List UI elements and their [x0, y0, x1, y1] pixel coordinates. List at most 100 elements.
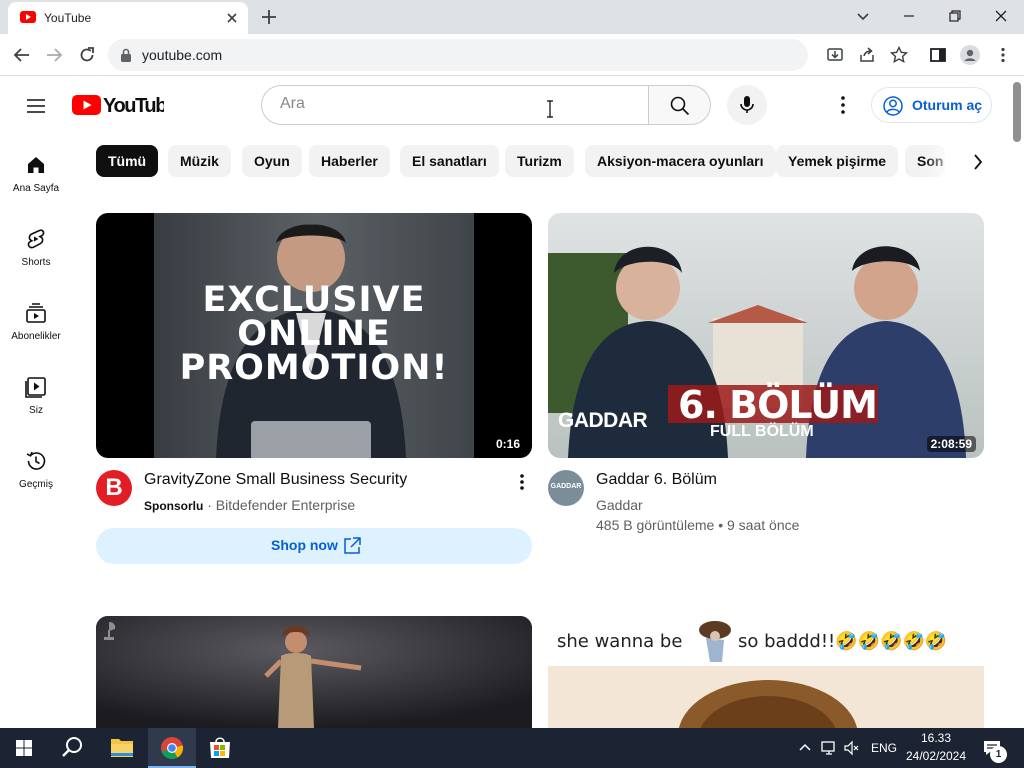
meta-separator: •	[718, 517, 724, 533]
search-box[interactable]	[261, 85, 649, 125]
clock-time: 16.33	[920, 731, 952, 745]
performer-thumbnail-image	[96, 616, 532, 728]
restore-icon[interactable]	[945, 6, 965, 26]
sidebar-item-you[interactable]: Siz	[0, 375, 72, 449]
volume-muted-icon[interactable]	[843, 739, 861, 757]
side-panel-icon[interactable]	[928, 45, 948, 65]
video-more-icon[interactable]	[512, 472, 532, 492]
logo-text: YouTube	[103, 95, 164, 115]
close-window-icon[interactable]	[991, 6, 1011, 26]
promo-line: ONLINE	[237, 314, 391, 354]
sign-in-button[interactable]: Oturum aç	[871, 87, 992, 123]
history-icon	[26, 451, 46, 470]
chip-action-adventure[interactable]: Aksiyon-macera oyunları	[585, 145, 776, 177]
curly-hair-image	[548, 666, 984, 728]
language-indicator[interactable]: ENG	[871, 741, 897, 755]
chrome-taskbar-icon[interactable]	[148, 728, 196, 768]
install-app-icon[interactable]	[825, 45, 845, 65]
chip-music[interactable]: Müzik	[168, 145, 231, 177]
notification-badge: 1	[990, 746, 1007, 763]
channel-name[interactable]: Bitdefender Enterprise	[216, 497, 355, 513]
video-duration: 2:08:59	[926, 436, 976, 452]
youtube-favicon-icon	[20, 11, 36, 23]
chip-gaming[interactable]: Oyun	[242, 145, 302, 177]
profile-avatar-icon[interactable]	[960, 45, 980, 65]
video-title[interactable]: Gaddar 6. Bölüm	[596, 471, 717, 489]
chip-cooking[interactable]: Yemek pişirme	[776, 145, 899, 177]
lock-icon[interactable]	[120, 48, 132, 62]
thumbnail-subtitle: FULL BÖLÜM	[710, 423, 814, 440]
tray-overflow-chevron-icon[interactable]	[797, 740, 813, 756]
you-icon	[25, 377, 46, 398]
back-arrow-icon[interactable]	[12, 45, 32, 65]
browser-tab-youtube[interactable]: YouTube	[8, 2, 248, 34]
sidebar-item-label: Ana Sayfa	[12, 183, 60, 194]
page-scrollbar-thumb[interactable]	[1013, 82, 1021, 142]
network-icon[interactable]	[820, 739, 838, 757]
chrome-menu-icon[interactable]	[993, 45, 1013, 65]
page-scrollbar-track[interactable]	[1010, 77, 1024, 728]
microphone-icon	[740, 96, 754, 113]
sidebar-item-home[interactable]: Ana Sayfa	[0, 153, 72, 227]
tab-search-chevron-icon[interactable]	[853, 6, 873, 26]
windows-start-icon[interactable]	[0, 728, 48, 768]
browser-toolbar: youtube.com	[0, 34, 1024, 76]
search-input[interactable]	[278, 94, 578, 114]
promo-line: PROMOTION!	[179, 348, 449, 388]
sidebar-item-shorts[interactable]: Shorts	[0, 227, 72, 301]
chip-news[interactable]: Haberler	[309, 145, 390, 177]
youtube-logo-icon: YouTube	[72, 95, 164, 115]
hamburger-menu-icon[interactable]	[24, 94, 48, 118]
channel-avatar[interactable]: GADDAR	[548, 470, 584, 506]
chip-all[interactable]: Tümü	[96, 145, 159, 177]
shop-now-label: Shop now	[271, 537, 338, 553]
chip-crafts[interactable]: El sanatları	[400, 145, 499, 177]
sidebar-item-subscriptions[interactable]: Abonelikler	[0, 301, 72, 375]
share-icon[interactable]	[857, 45, 877, 65]
minimize-icon[interactable]	[899, 6, 919, 26]
voice-search-button[interactable]	[727, 85, 767, 125]
sidebar-item-history[interactable]: Geçmiş	[0, 449, 72, 523]
account-circle-icon	[883, 96, 903, 116]
upload-age: 9 saat önce	[727, 517, 800, 533]
sign-in-label: Oturum aç	[912, 97, 983, 113]
promo-headline: EXCLUSIVE ONLINE PROMOTION!	[154, 283, 474, 388]
meta-separator: ·	[207, 497, 212, 513]
settings-more-icon[interactable]	[833, 93, 853, 117]
chevron-right-icon[interactable]	[964, 148, 992, 176]
youtube-header: YouTube Oturum aç	[0, 77, 1010, 133]
subscriptions-icon	[26, 303, 46, 323]
sponsored-label: Sponsorlu	[144, 499, 204, 513]
file-explorer-icon[interactable]	[98, 728, 146, 768]
shop-now-button[interactable]: Shop now	[96, 528, 532, 564]
clock[interactable]: 16.33 24/02/2024	[900, 731, 972, 763]
microsoft-store-icon[interactable]	[196, 728, 244, 768]
video-thumbnail[interactable]: EXCLUSIVE ONLINE PROMOTION! 0:16	[96, 213, 532, 458]
video-stats: 485 B görüntüleme • 9 saat önce	[596, 517, 799, 533]
chip-tourism[interactable]: Turizm	[505, 145, 574, 177]
reload-icon[interactable]	[77, 45, 97, 65]
channel-avatar[interactable]: B	[96, 470, 132, 506]
new-tab-icon[interactable]	[259, 7, 279, 27]
meme-sticker-image	[692, 618, 738, 666]
close-tab-icon[interactable]	[224, 10, 240, 26]
bookmark-star-icon[interactable]	[889, 45, 909, 65]
channel-name[interactable]: Gaddar	[596, 497, 643, 513]
windows-taskbar: ENG 16.33 24/02/2024 1	[0, 728, 1024, 768]
video-thumbnail[interactable]: GADDAR 6. BÖLÜM FULL BÖLÜM 2:08:59	[548, 213, 984, 458]
address-bar[interactable]: youtube.com	[108, 39, 808, 71]
tab-strip: YouTube	[0, 0, 1024, 34]
video-thumbnail[interactable]: she wanna be so baddd!!🤣🤣🤣🤣🤣	[548, 616, 984, 728]
thumbnail-episode: 6. BÖLÜM	[678, 383, 878, 427]
meme-caption-right: so baddd!!🤣🤣🤣🤣🤣	[738, 631, 948, 652]
forward-arrow-icon[interactable]	[44, 45, 64, 65]
youtube-logo[interactable]: YouTube	[72, 95, 164, 115]
text-cursor-icon	[545, 100, 555, 118]
video-thumbnail[interactable]	[96, 616, 532, 728]
url-text[interactable]: youtube.com	[142, 47, 222, 63]
search-button[interactable]	[648, 85, 711, 125]
avatar-text: GADDAR	[550, 483, 582, 490]
video-title[interactable]: GravityZone Small Business Security	[144, 471, 407, 489]
taskbar-search-icon[interactable]	[48, 728, 96, 768]
search-icon	[670, 96, 690, 116]
